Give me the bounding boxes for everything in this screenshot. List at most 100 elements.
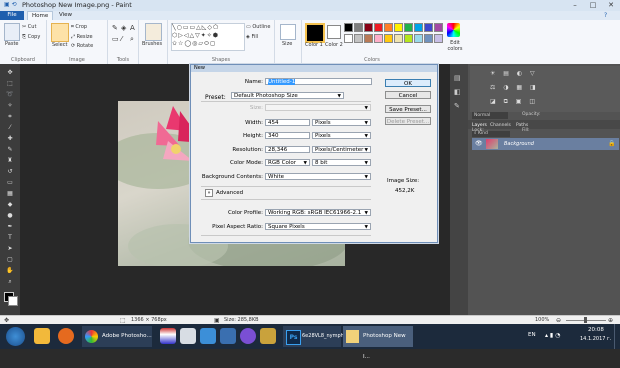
media-player-icon[interactable] <box>200 328 216 344</box>
save-preset-button[interactable]: Save Preset... <box>385 105 431 113</box>
clock-date[interactable]: 14.1.2017 г. <box>580 336 611 342</box>
bit-depth-select[interactable]: 8 bit ▼ <box>312 159 371 166</box>
edit-colors-icon[interactable] <box>447 23 460 37</box>
adjustment-icons-row2[interactable]: ⚖ ◑ ▦ ◨ <box>490 84 539 91</box>
size-button[interactable]: Size <box>282 41 292 47</box>
taskbar-paint[interactable]: Photoshop New I... <box>343 326 413 360</box>
text-icon[interactable]: A <box>130 24 135 32</box>
aspect-ratio-select[interactable]: Square Pixels ▼ <box>265 223 371 230</box>
palette-swatch[interactable] <box>394 34 403 43</box>
taskbar-photoshop[interactable]: Adobe Photosho... <box>82 326 152 347</box>
color-picker-icon[interactable]: ⁄ <box>121 35 122 43</box>
blend-mode-select[interactable]: Normal <box>472 112 508 119</box>
stamp-tool-icon[interactable]: ♜ <box>5 156 15 165</box>
palette-swatch[interactable] <box>374 34 383 43</box>
palette-swatch[interactable] <box>344 34 353 43</box>
select-icon[interactable] <box>51 23 69 42</box>
palette-swatch[interactable] <box>424 34 433 43</box>
tab-file[interactable]: File <box>0 11 24 20</box>
palette-swatch[interactable] <box>374 23 383 32</box>
palette-swatch[interactable] <box>344 23 353 32</box>
background-color-swatch[interactable] <box>8 296 18 306</box>
gradient-tool-icon[interactable]: ▦ <box>5 189 15 198</box>
palette-swatch[interactable] <box>364 34 373 43</box>
properties-panel-icon[interactable]: ◧ <box>454 88 461 96</box>
lasso-tool-icon[interactable]: ➰ <box>5 90 15 99</box>
color-profile-select[interactable]: Working RGB: sRGB IEC61966-2.1 ▼ <box>265 209 371 216</box>
palette-swatch[interactable] <box>414 34 423 43</box>
pencil-icon[interactable]: ✎ <box>112 24 118 32</box>
shapes-gallery[interactable]: ╲○▭▭△◺◇⬠ ⬡▷◁△▽✦✧⬢ ✩☆◯◎▱⬭◻ <box>171 23 245 51</box>
background-select[interactable]: White ▼ <box>265 173 371 180</box>
history-panel-icon[interactable]: ▤ <box>454 74 461 82</box>
resolution-input[interactable]: 28,346 <box>265 146 310 153</box>
advanced-toggle-icon[interactable]: » <box>205 189 213 197</box>
visibility-eye-icon[interactable]: 👁 <box>475 140 483 147</box>
show-desktop-button[interactable] <box>614 324 620 349</box>
fill-icon[interactable]: ◈ <box>121 24 126 32</box>
folder-icon[interactable] <box>180 328 196 344</box>
help-icon[interactable]: ? <box>604 12 607 19</box>
language-indicator[interactable]: EN <box>528 332 536 338</box>
brushes-icon[interactable] <box>145 23 162 41</box>
history-brush-tool-icon[interactable]: ↺ <box>5 167 15 176</box>
palette-swatch[interactable] <box>384 23 393 32</box>
width-unit-select[interactable]: Pixels ▼ <box>312 119 371 126</box>
palette-swatch[interactable] <box>364 23 373 32</box>
marquee-tool-icon[interactable]: ⬚ <box>5 79 15 88</box>
color1-button[interactable]: Color 1 <box>305 42 323 48</box>
move-tool-icon[interactable]: ✥ <box>5 68 15 77</box>
brushes-button[interactable]: Brushes <box>142 41 162 47</box>
name-input[interactable]: Untitled-1 <box>265 78 372 85</box>
explorer-icon[interactable] <box>34 328 50 344</box>
edit-colors-button[interactable]: Edit colors <box>444 40 466 52</box>
blur-tool-icon[interactable]: ◆ <box>5 200 15 209</box>
type-tool-icon[interactable]: T <box>5 233 15 242</box>
fill-button[interactable]: ◈ Fill <box>246 34 258 40</box>
resolution-unit-select[interactable]: Pixels/Centimeter ▼ <box>312 146 371 153</box>
zoom-in-button[interactable]: ⊕ <box>608 317 613 324</box>
flag-icon[interactable] <box>160 328 176 344</box>
paste-button[interactable]: Paste <box>5 41 19 47</box>
palette-swatch[interactable] <box>414 23 423 32</box>
layer-row-background[interactable]: 👁 Background 🔒 <box>472 138 619 150</box>
zoom-tool-icon[interactable]: ⌕ <box>5 277 15 286</box>
size-select[interactable]: ▼ <box>265 104 371 111</box>
maximize-button[interactable]: □ <box>584 0 602 10</box>
color2-button[interactable]: Color 2 <box>325 42 343 48</box>
palette-swatch[interactable] <box>404 34 413 43</box>
height-unit-select[interactable]: Pixels ▼ <box>312 132 371 139</box>
palette-swatch[interactable] <box>354 34 363 43</box>
height-input[interactable]: 340 <box>265 132 310 139</box>
paste-icon[interactable] <box>4 23 20 41</box>
shape-tool-icon[interactable]: ▢ <box>5 255 15 264</box>
copy-button[interactable]: ⎘ Copy <box>22 34 40 40</box>
eyedropper-tool-icon[interactable]: ⁄ <box>5 123 15 132</box>
quick-select-tool-icon[interactable]: ✧ <box>5 101 15 110</box>
cut-button[interactable]: ✂ Cut <box>22 24 36 30</box>
crop-button[interactable]: ⌗ Crop <box>71 24 87 30</box>
tab-view[interactable]: View <box>55 11 76 20</box>
tray-icons[interactable]: ▴ ▮ ◔ <box>545 332 560 339</box>
width-input[interactable]: 454 <box>265 119 310 126</box>
resize-button[interactable]: ⤢ Resize <box>71 34 93 40</box>
adjustment-icons[interactable]: ☀ ▤ ◐ ▽ <box>490 70 538 77</box>
outline-button[interactable]: ▭ Outline <box>246 24 270 30</box>
cancel-button[interactable]: Cancel <box>385 91 431 99</box>
zoom-out-button[interactable]: ⊖ <box>556 317 561 324</box>
palette-swatch[interactable] <box>434 23 443 32</box>
viber-icon[interactable] <box>240 328 256 344</box>
hand-tool-icon[interactable]: ✋ <box>5 266 15 275</box>
palette-swatch[interactable] <box>394 23 403 32</box>
close-button[interactable]: ✕ <box>602 0 620 10</box>
palette-swatch[interactable] <box>434 34 443 43</box>
crop-tool-icon[interactable]: ⌗ <box>5 112 15 121</box>
path-select-tool-icon[interactable]: ➤ <box>5 244 15 253</box>
size-icon[interactable] <box>280 24 296 40</box>
color2-swatch[interactable] <box>327 25 341 39</box>
ok-button[interactable]: OK <box>385 79 431 87</box>
paint-app-icon[interactable] <box>260 328 276 344</box>
minimize-button[interactable]: – <box>566 0 584 10</box>
brush-panel-icon[interactable]: ✎ <box>454 102 460 110</box>
eraser-icon[interactable]: ▭ <box>112 35 119 43</box>
